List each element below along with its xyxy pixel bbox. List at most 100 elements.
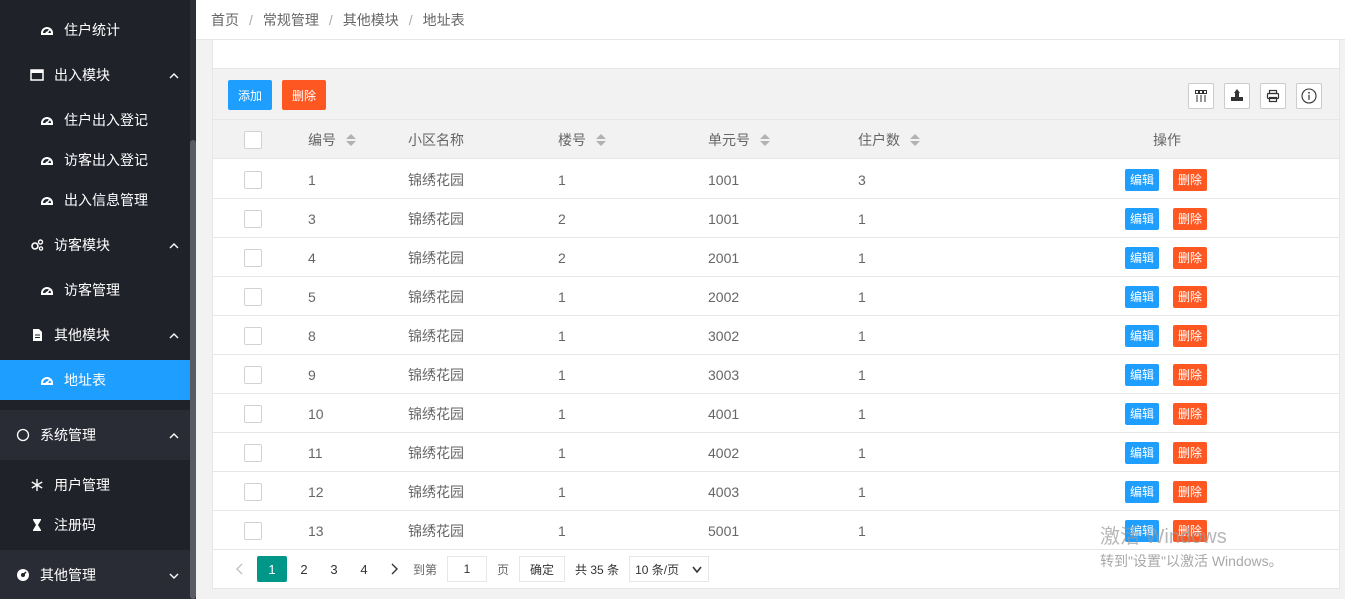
info-icon[interactable] xyxy=(1296,83,1322,109)
delete-button[interactable]: 删除 xyxy=(1173,246,1207,269)
sidebar-item-label: 住户出入登记 xyxy=(64,112,148,128)
sidebar-item-9[interactable]: 系统管理 xyxy=(0,410,190,460)
chevron-down-icon xyxy=(168,569,180,581)
table-cell: 8 xyxy=(308,327,316,344)
header-households-label: 住户数 xyxy=(858,131,900,148)
row-checkbox[interactable] xyxy=(244,355,262,394)
edit-button[interactable]: 编辑 xyxy=(1125,285,1159,308)
sidebar-item-1[interactable]: 出入模块 xyxy=(0,55,190,95)
edit-button[interactable]: 编辑 xyxy=(1125,480,1159,503)
add-button[interactable]: 添加 xyxy=(228,80,272,110)
edit-button[interactable]: 编辑 xyxy=(1125,324,1159,347)
sort-icon[interactable] xyxy=(596,133,606,146)
header-id[interactable]: 编号 xyxy=(308,120,356,159)
goto-confirm-button[interactable]: 确定 xyxy=(519,556,566,582)
table-cell: 锦绣花园 xyxy=(408,249,464,266)
edit-button[interactable]: 编辑 xyxy=(1125,519,1159,542)
row-checkbox[interactable] xyxy=(244,160,262,199)
edit-button[interactable]: 编辑 xyxy=(1125,441,1159,464)
table-cell: 4001 xyxy=(708,405,740,422)
table-cell: 锦绣花园 xyxy=(408,522,464,539)
delete-button[interactable]: 删除 xyxy=(1173,168,1207,191)
next-page-icon[interactable] xyxy=(379,556,409,582)
dashboard-icon xyxy=(40,113,54,127)
sidebar-item-label: 其他管理 xyxy=(40,567,96,583)
sidebar-item-0[interactable]: 住户统计 xyxy=(0,10,190,50)
row-checkbox[interactable] xyxy=(244,511,262,550)
sidebar-item-5[interactable]: 访客模块 xyxy=(0,225,190,265)
table-cell: 1001 xyxy=(708,171,740,188)
table-cell: 锦绣花园 xyxy=(408,171,464,188)
export-icon[interactable] xyxy=(1224,83,1250,109)
sidebar-item-3[interactable]: 访客出入登记 xyxy=(0,140,190,180)
delete-button[interactable]: 删除 xyxy=(1173,402,1207,425)
main-content: 首页 / 常规管理 / 其他模块 / 地址表 添加 删除 编号 小区名称 楼号 … xyxy=(196,0,1345,599)
header-households[interactable]: 住户数 xyxy=(858,120,920,159)
breadcrumb-home[interactable]: 首页 xyxy=(211,10,239,30)
sidebar-item-4[interactable]: 出入信息管理 xyxy=(0,180,190,220)
prev-page-icon[interactable] xyxy=(225,556,255,582)
page-4[interactable]: 4 xyxy=(349,556,379,582)
sidebar-item-7[interactable]: 其他模块 xyxy=(0,315,190,355)
delete-button[interactable]: 删除 xyxy=(1173,480,1207,503)
edit-button[interactable]: 编辑 xyxy=(1125,363,1159,386)
sidebar-item-label: 出入信息管理 xyxy=(64,192,148,208)
header-building[interactable]: 楼号 xyxy=(558,120,606,159)
page-size-value: 10 条/页 xyxy=(635,562,680,577)
page-2[interactable]: 2 xyxy=(289,556,319,582)
delete-button[interactable]: 删除 xyxy=(1173,207,1207,230)
sidebar-item-8[interactable]: 地址表 xyxy=(0,360,190,400)
sidebar: 住户统计出入模块住户出入登记 访客出入登记 出入信息管理访客模块访客管理其他模块地址… xyxy=(0,0,190,599)
select-all-checkbox[interactable] xyxy=(244,120,262,159)
delete-button[interactable]: 删除 xyxy=(1173,519,1207,542)
sidebar-item-10[interactable]: 用户管理 xyxy=(0,465,190,505)
sort-icon[interactable] xyxy=(760,133,770,146)
window-icon xyxy=(30,68,44,82)
table-cell: 1 xyxy=(858,483,866,500)
breadcrumb: 首页 / 常规管理 / 其他模块 / 地址表 xyxy=(196,0,1345,40)
sidebar-item-11[interactable]: 注册码 xyxy=(0,505,190,545)
sidebar-item-12[interactable]: 其他管理 xyxy=(0,550,190,599)
edit-button[interactable]: 编辑 xyxy=(1125,168,1159,191)
row-checkbox[interactable] xyxy=(244,277,262,316)
table-cell: 2002 xyxy=(708,288,740,305)
breadcrumb-separator: / xyxy=(249,11,253,28)
table-cell: 锦绣花园 xyxy=(408,210,464,227)
print-icon[interactable] xyxy=(1260,83,1286,109)
sidebar-item-6[interactable]: 访客管理 xyxy=(0,270,190,310)
edit-button[interactable]: 编辑 xyxy=(1125,207,1159,230)
sort-icon[interactable] xyxy=(910,133,920,146)
delete-button[interactable]: 删除 xyxy=(1173,324,1207,347)
page-3[interactable]: 3 xyxy=(319,556,349,582)
delete-button[interactable]: 删除 xyxy=(1173,441,1207,464)
sidebar-item-2[interactable]: 住户出入登记 xyxy=(0,100,190,140)
header-building-label: 楼号 xyxy=(558,131,586,148)
goto-page-input[interactable]: 1 xyxy=(447,556,488,582)
total-count: 共 35 条 xyxy=(575,562,620,577)
row-checkbox[interactable] xyxy=(244,433,262,472)
table-cell: 1 xyxy=(558,288,566,305)
breadcrumb-other-module[interactable]: 其他模块 xyxy=(343,10,399,30)
edit-button[interactable]: 编辑 xyxy=(1125,246,1159,269)
edit-button[interactable]: 编辑 xyxy=(1125,402,1159,425)
hourglass-icon xyxy=(30,518,44,532)
row-checkbox[interactable] xyxy=(244,199,262,238)
batch-delete-button[interactable]: 删除 xyxy=(282,80,326,110)
row-checkbox[interactable] xyxy=(244,472,262,511)
sidebar-item-label: 访客出入登记 xyxy=(64,152,148,168)
header-community: 小区名称 xyxy=(408,120,464,159)
page-size-select[interactable]: 10 条/页 xyxy=(629,556,710,582)
row-checkbox[interactable] xyxy=(244,238,262,277)
sort-icon[interactable] xyxy=(346,133,356,146)
row-checkbox[interactable] xyxy=(244,394,262,433)
sidebar-item-label: 住户统计 xyxy=(64,22,120,38)
columns-filter-icon[interactable] xyxy=(1188,83,1214,109)
delete-button[interactable]: 删除 xyxy=(1173,285,1207,308)
breadcrumb-general[interactable]: 常规管理 xyxy=(263,10,319,30)
page-1[interactable]: 1 xyxy=(257,556,287,582)
delete-button[interactable]: 删除 xyxy=(1173,363,1207,386)
table-cell: 1 xyxy=(858,522,866,539)
header-unit[interactable]: 单元号 xyxy=(708,120,770,159)
breadcrumb-current: 地址表 xyxy=(422,11,465,28)
row-checkbox[interactable] xyxy=(244,316,262,355)
